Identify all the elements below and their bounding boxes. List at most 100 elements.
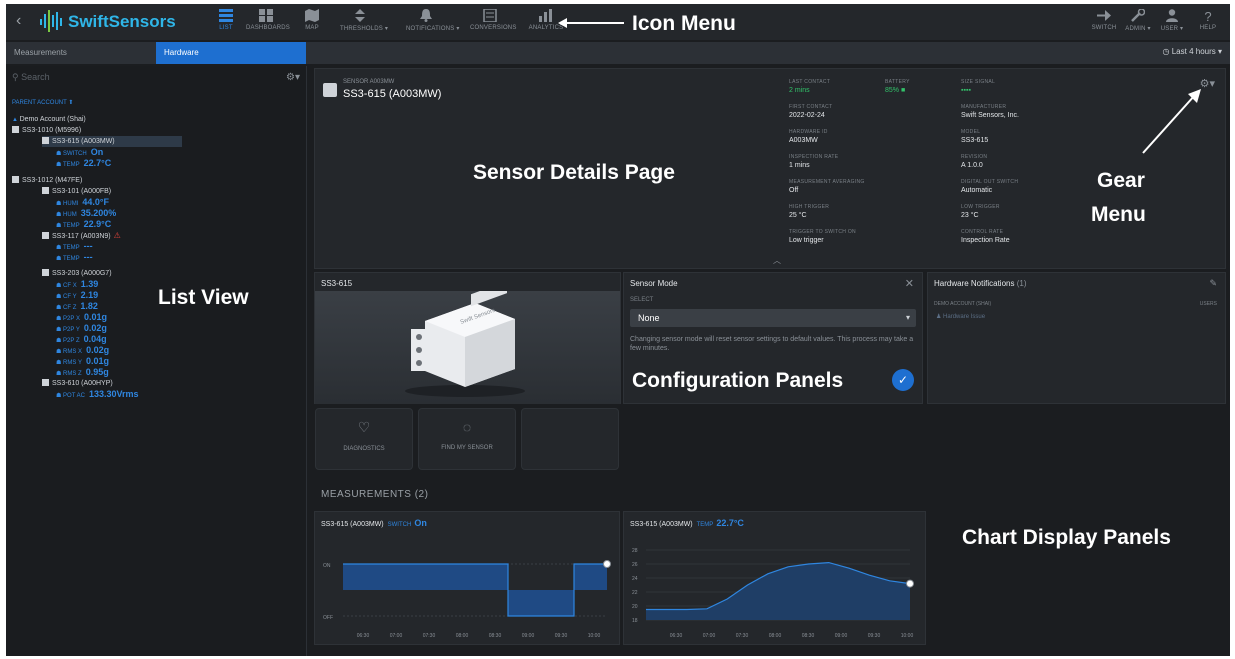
details-gear-icon[interactable]: ⚙▾ (1200, 77, 1215, 90)
measurement-item[interactable]: ☗ HUMI 44.0°F (56, 197, 109, 208)
detail-field: FIRST CONTACT 2022-02-24 (789, 104, 949, 119)
sensor-type-icon: ☗ (56, 212, 64, 218)
parent-account-link[interactable]: PARENT ACCOUNT ⬆ (12, 98, 73, 109)
measurement-item[interactable]: ☗ HUM 35.200% (56, 208, 116, 219)
search-placeholder: Search (21, 72, 50, 82)
search-input[interactable]: ⚲ Search ⚙▾ (12, 72, 300, 88)
tab-measurements[interactable]: Measurements (6, 42, 156, 64)
measurement-item[interactable]: ☗ RMS Y 0.01g (56, 356, 109, 367)
nav-user-label: USER ▾ (1160, 26, 1184, 32)
device-icon (42, 269, 49, 276)
nav-conversions[interactable]: CONVERSIONS (470, 9, 516, 31)
y-tick-label: 20 (632, 604, 638, 610)
measurement-item[interactable]: ☗ RMS Z 0.95g (56, 367, 109, 378)
nav-notifications-label: NOTIFICATIONS ▾ (406, 26, 460, 32)
tab-hardware[interactable]: Hardware (156, 42, 306, 64)
edit-icon[interactable]: ✎ (1209, 278, 1217, 289)
sensor-type-icon: ☗ (56, 305, 64, 311)
back-chevron-icon[interactable]: ‹ (16, 12, 21, 30)
sensor-type-icon: ☗ (56, 201, 64, 207)
sensor-type-icon: ☗ (56, 360, 64, 366)
diagnostics-button[interactable]: ♡ DIAGNOSTICS (315, 408, 413, 470)
empty-action-slot (521, 408, 619, 470)
detail-field: HIGH TRIGGER 25 °C (789, 204, 949, 219)
expand-toggle-icon[interactable] (12, 126, 19, 133)
x-tick-label: 07:00 (390, 633, 403, 639)
detail-field-value: Low trigger (789, 237, 824, 244)
device-item[interactable]: SS3-610 (A00HYP) (42, 378, 113, 389)
x-tick-label: 09:00 (835, 633, 848, 639)
icon-menu-annotation: Icon Menu (632, 12, 736, 35)
measurement-key: TEMP (62, 245, 80, 251)
measurement-key: TEMP (62, 162, 80, 168)
measurement-value: 35.200% (80, 208, 117, 218)
nav-notifications[interactable]: NOTIFICATIONS ▾ (406, 9, 460, 32)
measurement-item[interactable]: ☗ TEMP 22.7°C (56, 158, 111, 169)
confirm-check-button[interactable]: ✓ (892, 369, 914, 391)
detail-field-label: CONTROL RATE (961, 229, 1004, 235)
nav-list[interactable]: LIST (206, 9, 246, 31)
sensor-type-icon: ☗ (56, 245, 63, 251)
select-label: SELECT (630, 297, 654, 303)
measurement-item[interactable]: ☗ TEMP --- (56, 252, 93, 263)
group-item[interactable]: SS3-1012 (M47FE) (12, 175, 82, 186)
device-item[interactable]: SS3-203 (A000G7) (42, 268, 112, 279)
measurement-item[interactable]: ☗ SWITCH On (56, 147, 103, 158)
measurement-item[interactable]: ☗ RMS X 0.02g (56, 345, 109, 356)
device-label: SS3-203 (A000G7) (52, 270, 112, 277)
hw-users-column: USERS (1199, 301, 1217, 307)
nav-dashboards-label: DASHBOARDS (246, 25, 291, 31)
collapse-chevron-icon[interactable]: ︿ (773, 255, 781, 266)
measurement-item[interactable]: ☗ P2P X 0.01g (56, 312, 107, 323)
chevron-down-icon: ▾ (905, 313, 910, 322)
measurement-key: RMS Y (63, 360, 82, 366)
measurement-item[interactable]: ☗ CF X 1.39 (56, 279, 98, 290)
nav-dashboards[interactable]: DASHBOARDS (246, 9, 291, 31)
nav-user[interactable]: USER ▾ (1152, 9, 1192, 32)
nav-thresholds[interactable]: THRESHOLDS ▾ (340, 9, 388, 32)
help-icon: ? (1204, 9, 1211, 22)
measurement-item[interactable]: ☗ P2P Z 0.04g (56, 334, 107, 345)
nav-help[interactable]: ? HELP (1188, 9, 1228, 31)
detail-field: INSPECTION RATE 1 mins (789, 154, 949, 169)
measurement-item[interactable]: ☗ POT AC 133.30Vrms (56, 389, 139, 400)
y-tick-label: 18 (632, 618, 638, 624)
expand-toggle-icon[interactable] (12, 176, 19, 183)
measurement-item[interactable]: ☗ CF Y 2.19 (56, 290, 98, 301)
detail-field-label: MANUFACTURER (961, 104, 1007, 110)
logo-bars-icon (40, 10, 62, 32)
sensor-mode-select[interactable]: None ▾ (630, 309, 916, 327)
detail-field-label: INSPECTION RATE (789, 154, 839, 160)
account-item[interactable]: ▲ Demo Account (Shai) (12, 114, 86, 125)
device-item[interactable]: SS3-615 (A003MW) (42, 136, 182, 147)
sensor-type-icon: ☗ (56, 223, 63, 229)
measurement-value: 22.9°C (83, 219, 112, 229)
detail-field: MANUFACTURER Swift Sensors, Inc. (961, 104, 1121, 119)
nav-map[interactable]: MAP (292, 9, 332, 31)
device-item[interactable]: SS3-101 (A000FB) (42, 186, 111, 197)
sensor-mode-title: Sensor Mode (630, 279, 678, 288)
y-tick-label: 28 (632, 548, 638, 554)
device-icon (42, 137, 49, 144)
gear-icon[interactable]: ⚙▾ (286, 72, 300, 83)
measurement-item[interactable]: ☗ P2P Y 0.02g (56, 323, 107, 334)
measurement-item[interactable]: ☗ TEMP 22.9°C (56, 219, 111, 230)
find-my-sensor-button[interactable]: ◌ FIND MY SENSOR (418, 408, 516, 470)
hw-account-column: DEMO ACCOUNT (SHAI) (934, 301, 992, 307)
sensor-type-icon: ☗ (56, 371, 64, 377)
measurement-item[interactable]: ☗ TEMP --- (56, 241, 93, 252)
group-label: SS3-1012 (M47FE) (22, 177, 83, 184)
time-range-dropdown[interactable]: ◷ Last 4 hours ▾ (1163, 47, 1222, 56)
group-item[interactable]: SS3-1010 (M5996) (12, 125, 81, 136)
hw-notification-item[interactable]: ♟ Hardware Issue (936, 313, 985, 320)
close-icon[interactable]: ✕ (905, 277, 914, 290)
measurement-key: P2P X (63, 316, 80, 322)
detail-field-label: SIZE SIGNAL (961, 79, 996, 85)
device-item[interactable]: SS3-117 (A003N9) ⚠ (42, 230, 121, 241)
measurement-value: 133.30Vrms (88, 389, 139, 399)
measurement-item[interactable]: ☗ CF Z 1.82 (56, 301, 98, 312)
detail-field-label: MEASUREMENT AVERAGING (789, 179, 865, 185)
sensor-type-icon: ☗ (56, 327, 64, 333)
detail-field-value: SS3-615 (961, 137, 989, 144)
nav-map-label: MAP (305, 25, 319, 31)
